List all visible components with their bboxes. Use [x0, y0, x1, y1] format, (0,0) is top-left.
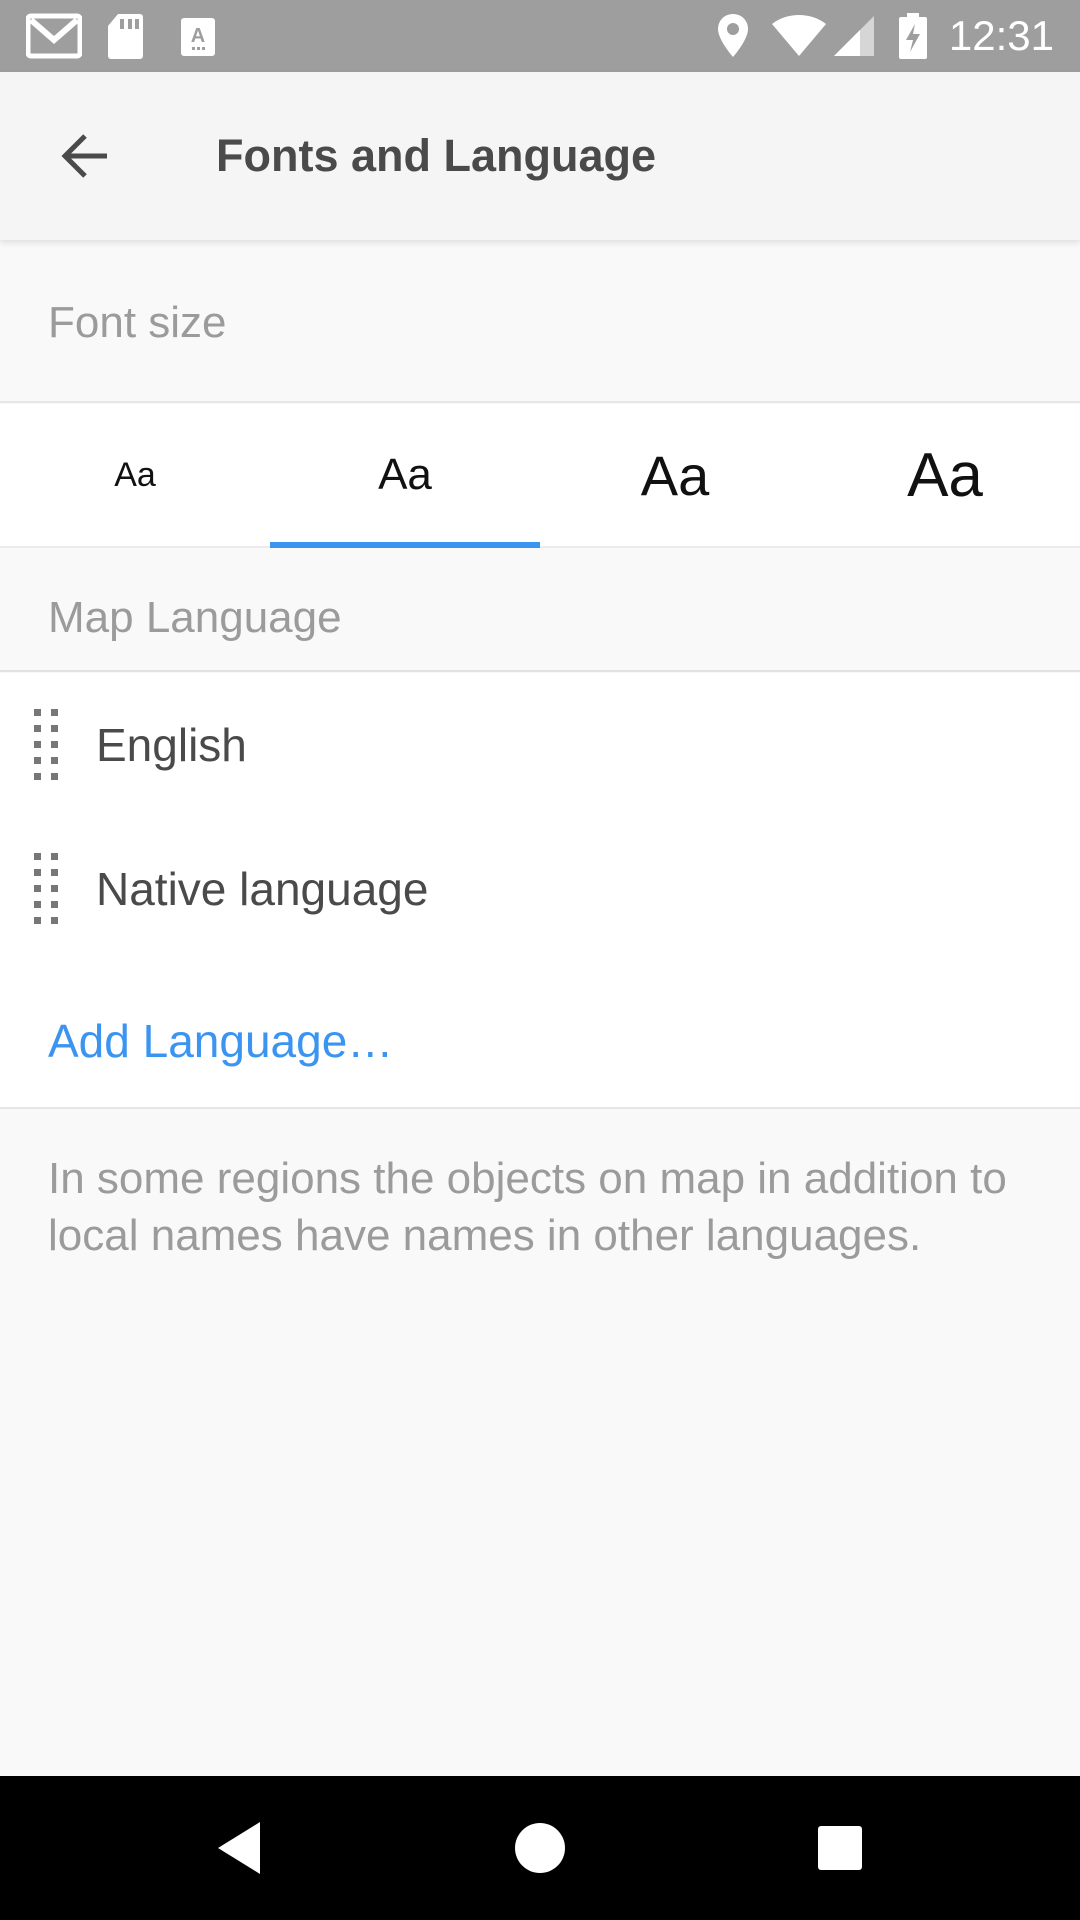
font-size-option-large[interactable]: Aa	[540, 404, 810, 546]
font-size-option-label: Aa	[378, 450, 432, 499]
text-app-icon: A	[181, 18, 215, 56]
language-label: English	[96, 719, 247, 771]
language-label: Native language	[96, 863, 429, 915]
font-size-option-label: Aa	[640, 443, 710, 507]
font-size-option-label: Aa	[114, 455, 156, 494]
back-triangle-icon[interactable]	[204, 1812, 276, 1884]
battery-charging-icon	[899, 13, 927, 59]
font-size-option-extra-large[interactable]: Aa	[810, 404, 1080, 546]
font-size-option-small[interactable]: Aa	[0, 404, 270, 546]
drag-handle-icon[interactable]	[34, 709, 60, 783]
language-item-english[interactable]: English	[0, 673, 1080, 817]
gmail-icon	[26, 13, 82, 59]
map-language-header: Map Language	[0, 548, 1080, 672]
back-button[interactable]	[40, 116, 130, 196]
arrow-back-icon	[61, 134, 107, 178]
location-icon	[718, 14, 748, 57]
font-size-tabs: Aa Aa Aa Aa	[0, 404, 1080, 548]
sd-card-icon	[108, 14, 143, 59]
system-nav-bar	[0, 1776, 1080, 1920]
recents-square-icon[interactable]	[804, 1812, 876, 1884]
clock-time: 12:31	[948, 12, 1054, 59]
language-list: English Native language Add Language…	[0, 673, 1080, 1109]
page-title: Fonts and Language	[216, 130, 657, 181]
svg-text:A: A	[191, 25, 205, 47]
status-bar: A 12:31	[0, 0, 1080, 72]
cell-signal-icon	[834, 16, 874, 56]
add-language-link[interactable]: Add Language…	[48, 1001, 393, 1081]
drag-handle-icon[interactable]	[34, 853, 60, 927]
font-size-option-label: Aa	[907, 440, 983, 510]
font-size-option-normal[interactable]: Aa	[270, 404, 540, 548]
home-circle-icon[interactable]	[504, 1812, 576, 1884]
map-language-note: In some regions the objects on map in ad…	[48, 1154, 1007, 1260]
font-size-header: Font size	[0, 243, 1080, 403]
app-bar: Fonts and Language	[0, 72, 1080, 240]
wifi-icon	[772, 15, 826, 56]
language-item-native[interactable]: Native language	[0, 817, 1080, 961]
